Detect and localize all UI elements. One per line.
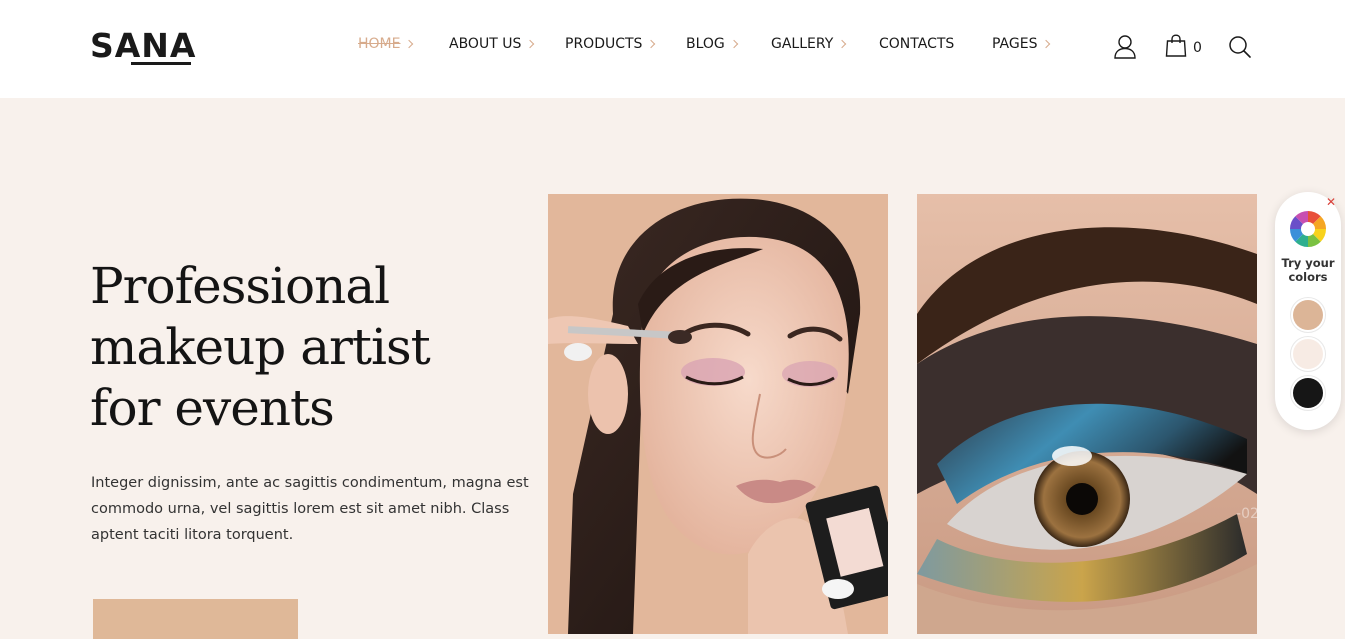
close-icon[interactable]: ✕ — [1325, 196, 1337, 208]
user-icon[interactable] — [1113, 34, 1137, 65]
nav-item-label: PRODUCTS — [565, 36, 643, 52]
color-wheel-icon[interactable] — [1289, 210, 1327, 253]
chevron-right-icon — [647, 39, 656, 49]
shopping-bag-icon[interactable] — [1165, 34, 1187, 63]
nav-item-contacts[interactable]: CONTACTS — [879, 35, 954, 53]
site-logo[interactable]: SANA — [90, 26, 196, 66]
eye-makeup-photo — [917, 194, 1257, 634]
hero-title-line-2: makeup artist — [90, 318, 431, 376]
nav-item-label: ABOUT US — [449, 36, 522, 52]
logo-underline — [131, 62, 191, 65]
slide-number: -02 — [1236, 506, 1259, 522]
nav-item-blog[interactable]: BLOG — [686, 35, 739, 53]
color-swatch-tan[interactable] — [1293, 300, 1323, 330]
nav-item-label: HOME — [358, 36, 401, 52]
hero-description: Integer dignissim, ante ac sagittis cond… — [91, 475, 529, 543]
nav-item-home[interactable]: HOME — [358, 35, 414, 53]
cart-count-badge: 0 — [1193, 40, 1202, 56]
chevron-right-icon — [526, 39, 535, 49]
nav-item-pages[interactable]: PAGES — [992, 35, 1051, 53]
hero-title-line-1: Professional — [90, 257, 390, 315]
color-swatch-black[interactable] — [1293, 378, 1323, 408]
nav-item-products[interactable]: PRODUCTS — [565, 35, 656, 53]
chevron-right-icon — [405, 39, 414, 49]
chevron-right-icon — [838, 39, 847, 49]
makeup-model-photo — [548, 194, 888, 634]
nav-item-label: CONTACTS — [879, 36, 955, 52]
nav-item-label: PAGES — [992, 36, 1038, 52]
nav-item-about-us[interactable]: ABOUT US — [449, 35, 535, 53]
chevron-right-icon — [1042, 39, 1051, 49]
hero-title: Professional makeup artist for events — [90, 256, 530, 439]
search-icon[interactable] — [1228, 34, 1252, 65]
nav-item-gallery[interactable]: GALLERY — [771, 35, 847, 53]
site-header — [0, 0, 1345, 98]
hero-title-line-3: for events — [90, 379, 335, 437]
color-swatch-cream[interactable] — [1293, 339, 1323, 369]
hero-cta-button[interactable] — [93, 599, 298, 639]
nav-item-label: GALLERY — [771, 36, 834, 52]
color-panel-label: Try your colors — [1281, 256, 1335, 284]
chevron-right-icon — [729, 39, 739, 49]
nav-item-label: BLOG — [686, 36, 725, 52]
